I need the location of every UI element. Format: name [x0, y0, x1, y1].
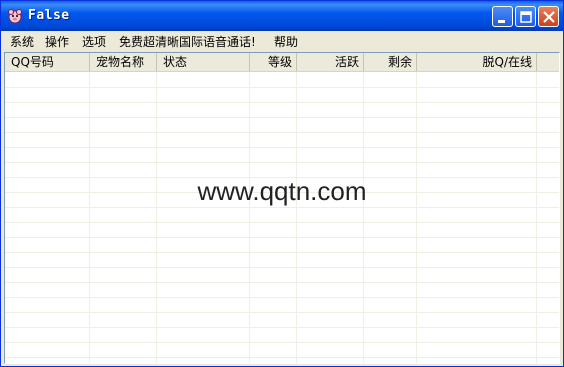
column-status[interactable]: 状态: [157, 53, 250, 71]
app-icon: [8, 9, 22, 24]
menu-action[interactable]: 操作: [45, 33, 69, 50]
title-bar[interactable]: False: [1, 1, 563, 31]
minimize-button[interactable]: [492, 6, 513, 27]
close-icon: [543, 11, 555, 23]
column-pet-name[interactable]: 宠物名称: [90, 53, 157, 71]
menu-voice-call[interactable]: 免费超清晰国际语音通话!: [119, 33, 256, 50]
menu-system[interactable]: 系统: [10, 33, 34, 50]
window-title: False: [28, 8, 70, 23]
menu-help[interactable]: 帮助: [274, 33, 298, 50]
watermark-text: www.qqtn.com: [197, 176, 367, 206]
column-remaining[interactable]: 剩余: [364, 53, 417, 71]
pet-list-view[interactable]: QQ号码 宠物名称 状态 等级 活跃 剩余 脱Q/在线 www.qqtn.com: [4, 52, 560, 364]
column-level[interactable]: 等级: [250, 53, 297, 71]
column-active[interactable]: 活跃: [297, 53, 364, 71]
list-header: QQ号码 宠物名称 状态 等级 活跃 剩余 脱Q/在线: [5, 53, 559, 72]
main-window: False 系统 操作 选项 免费超清晰国际语音通话! 帮助 QQ号码 宠物名称…: [0, 0, 564, 367]
column-offline-online[interactable]: 脱Q/在线: [417, 53, 537, 71]
list-grid: [5, 72, 559, 363]
maximize-icon: [520, 11, 532, 23]
menu-options[interactable]: 选项: [82, 33, 106, 50]
column-qq-number[interactable]: QQ号码: [5, 53, 90, 71]
menu-bar: 系统 操作 选项 免费超清晰国际语音通话! 帮助: [1, 31, 563, 51]
maximize-button[interactable]: [515, 6, 536, 27]
close-button[interactable]: [538, 6, 559, 27]
minimize-icon: [498, 20, 505, 23]
